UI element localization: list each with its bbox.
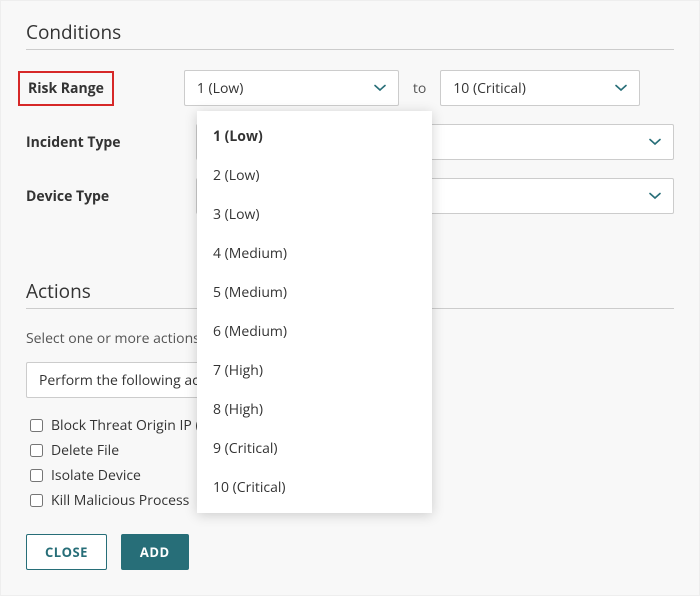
add-button[interactable]: ADD xyxy=(121,534,189,570)
risk-min-dropdown-popup: 1 (Low)2 (Low)3 (Low)4 (Medium)5 (Medium… xyxy=(197,111,432,513)
action-checkbox[interactable] xyxy=(30,419,43,432)
risk-option[interactable]: 3 (Low) xyxy=(197,195,432,234)
incident-type-label: Incident Type xyxy=(26,133,196,152)
to-label: to xyxy=(413,79,426,98)
risk-option[interactable]: 7 (High) xyxy=(197,351,432,390)
risk-option[interactable]: 10 (Critical) xyxy=(197,468,432,507)
risk-option[interactable]: 9 (Critical) xyxy=(197,429,432,468)
risk-max-select[interactable]: 10 (Critical) xyxy=(440,70,640,106)
risk-range-label: Risk Range xyxy=(18,71,114,106)
action-checkbox[interactable] xyxy=(30,494,43,507)
risk-min-select[interactable]: 1 (Low) xyxy=(184,70,399,106)
action-check-label: Isolate Device xyxy=(51,466,141,485)
chevron-down-icon xyxy=(374,82,386,94)
risk-option[interactable]: 2 (Low) xyxy=(197,156,432,195)
close-button[interactable]: CLOSE xyxy=(26,534,107,570)
risk-max-value: 10 (Critical) xyxy=(453,79,526,98)
risk-range-row: Risk Range 1 (Low) to 10 (Critical) xyxy=(26,70,674,106)
conditions-actions-panel: Conditions Risk Range 1 (Low) to 10 (Cri… xyxy=(0,0,700,596)
action-checkbox[interactable] xyxy=(30,469,43,482)
button-row: CLOSE ADD xyxy=(26,534,674,570)
action-checkbox[interactable] xyxy=(30,444,43,457)
device-type-label: Device Type xyxy=(26,187,196,206)
risk-option[interactable]: 6 (Medium) xyxy=(197,312,432,351)
risk-option[interactable]: 4 (Medium) xyxy=(197,234,432,273)
chevron-down-icon xyxy=(649,136,661,148)
risk-option[interactable]: 1 (Low) xyxy=(197,117,432,156)
conditions-heading: Conditions xyxy=(26,19,674,45)
chevron-down-icon xyxy=(615,82,627,94)
action-check-label: Kill Malicious Process xyxy=(51,491,189,510)
divider xyxy=(26,49,674,50)
risk-min-value: 1 (Low) xyxy=(197,79,243,98)
action-check-label: Delete File xyxy=(51,441,119,460)
chevron-down-icon xyxy=(649,190,661,202)
risk-option[interactable]: 8 (High) xyxy=(197,390,432,429)
risk-option[interactable]: 5 (Medium) xyxy=(197,273,432,312)
